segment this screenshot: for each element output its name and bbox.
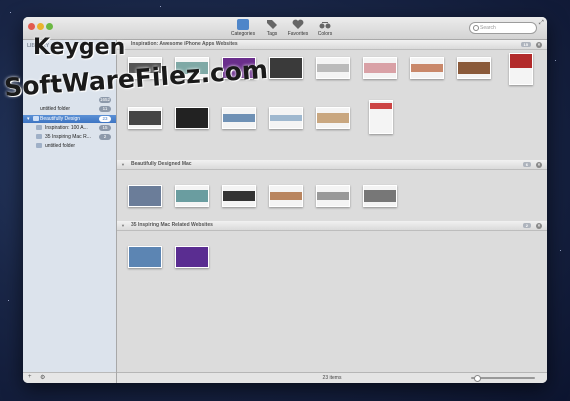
thumbnail[interactable] xyxy=(175,185,209,207)
sidebar-item-beautifully-design[interactable]: ▾ Beautifully Design 23 xyxy=(23,115,116,123)
disclosure-triangle-icon[interactable]: ▼ xyxy=(121,160,125,169)
thumbnail[interactable] xyxy=(175,246,209,268)
close-window-button[interactable] xyxy=(28,23,35,30)
zoom-window-button[interactable] xyxy=(46,23,53,30)
minimize-window-button[interactable] xyxy=(37,23,44,30)
count-badge: 15 xyxy=(99,125,111,131)
toolbar-colors[interactable]: Colors xyxy=(308,19,342,37)
thumbnail[interactable] xyxy=(222,185,256,207)
fullscreen-icon[interactable]: ⤢ xyxy=(539,20,545,26)
add-icon[interactable]: + xyxy=(28,374,32,380)
thumbnail[interactable] xyxy=(410,57,444,79)
thumbnail[interactable] xyxy=(222,107,256,129)
glasses-icon xyxy=(319,22,331,29)
tag-icon xyxy=(267,20,277,29)
status-bar: 23 items xyxy=(117,372,547,383)
watermark-line-1: Keygen xyxy=(33,35,126,60)
thumbnail[interactable] xyxy=(128,107,162,129)
folder-icon xyxy=(36,134,42,139)
count-badge: 2 xyxy=(99,134,111,140)
thumbnail[interactable] xyxy=(316,185,350,207)
thumbnail[interactable] xyxy=(363,185,397,207)
count-badge: 15 xyxy=(520,42,531,47)
thumbnail[interactable] xyxy=(369,100,393,134)
close-section-icon[interactable]: × xyxy=(536,42,542,48)
thumbnail[interactable] xyxy=(363,57,397,79)
count-badge: 6 xyxy=(522,162,531,167)
zoom-slider-knob[interactable] xyxy=(474,375,481,382)
search-icon xyxy=(473,25,479,31)
section-header-mac[interactable]: ▼ Beautifully Designed Mac 6 × xyxy=(117,160,547,170)
count-badge: 23 xyxy=(99,116,111,122)
thumbnail[interactable] xyxy=(128,246,162,268)
folder-icon xyxy=(33,116,39,121)
count-badge: 11 xyxy=(99,106,111,112)
thumbnail[interactable] xyxy=(457,57,491,79)
disclosure-triangle-icon[interactable]: ▼ xyxy=(121,221,125,230)
thumbnail[interactable] xyxy=(269,57,303,79)
thumbnail[interactable] xyxy=(316,57,350,79)
categories-icon xyxy=(237,19,249,30)
thumbnail[interactable] xyxy=(175,107,209,129)
search-input[interactable]: Search xyxy=(469,22,537,34)
count-badge: 2 xyxy=(522,223,531,228)
sidebar-item-inspiration[interactable]: Inspiration: 100 A... 15 xyxy=(23,124,116,132)
sidebar-footer: + ⚙ xyxy=(23,372,116,383)
sidebar-item-untitled-folder-2[interactable]: untitled folder xyxy=(23,142,116,150)
thumbnail[interactable] xyxy=(316,107,350,129)
close-section-icon[interactable]: × xyxy=(536,223,542,229)
section-header-iphone[interactable]: ▼ Inspiration: Awesome iPhone Apps Websi… xyxy=(117,40,547,50)
thumbnail[interactable] xyxy=(128,185,162,207)
thumbnail[interactable] xyxy=(269,185,303,207)
sidebar-item-35-inspiring[interactable]: 35 Inspiring Mac R... 2 xyxy=(23,133,116,141)
disclosure-triangle-icon[interactable]: ▾ xyxy=(27,115,30,123)
gear-icon[interactable]: ⚙ xyxy=(40,374,45,381)
count-badge: 1652 xyxy=(98,97,111,103)
heart-icon xyxy=(292,19,304,29)
thumbnail[interactable] xyxy=(269,107,303,129)
thumbnail[interactable] xyxy=(509,53,533,85)
sidebar-item-untitled-folder[interactable]: untitled folder 11 xyxy=(23,105,116,113)
folder-icon xyxy=(36,125,42,130)
content-area: ▼ Inspiration: Awesome iPhone Apps Websi… xyxy=(117,40,547,383)
folder-icon xyxy=(36,143,42,148)
close-section-icon[interactable]: × xyxy=(536,162,542,168)
section-header-35-inspiring[interactable]: ▼ 35 Inspiring Mac Related Websites 2 × xyxy=(117,221,547,231)
